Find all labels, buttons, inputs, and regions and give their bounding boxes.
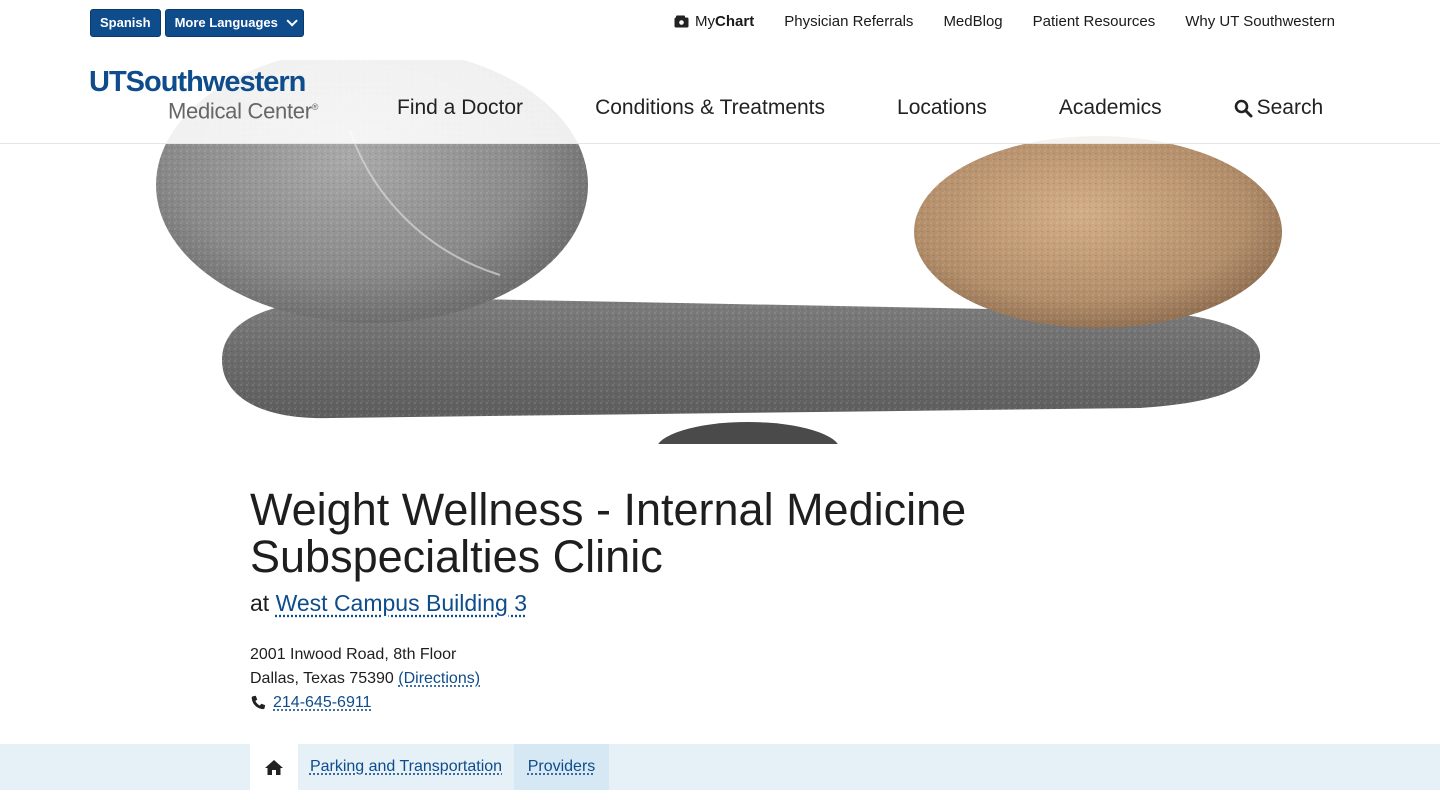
main-nav: Find a Doctor Conditions & Treatments Lo… bbox=[397, 96, 1395, 120]
nav-conditions-treatments[interactable]: Conditions & Treatments bbox=[595, 96, 825, 120]
phone-icon bbox=[251, 695, 266, 710]
tab-parking-label[interactable]: Parking and Transportation bbox=[310, 758, 502, 776]
registered-mark: ® bbox=[311, 102, 319, 112]
tab-providers-label[interactable]: Providers bbox=[528, 758, 596, 776]
directions-link[interactable]: (Directions) bbox=[398, 670, 480, 687]
phone-link[interactable]: 214-645-6911 bbox=[273, 691, 371, 715]
home-icon bbox=[265, 759, 283, 775]
nav-academics[interactable]: Academics bbox=[1059, 96, 1162, 120]
address-block: 2001 Inwood Road, 8th Floor Dallas, Texa… bbox=[250, 643, 480, 715]
utility-nav: MyChart Physician Referrals MedBlog Pati… bbox=[674, 13, 1335, 30]
search-icon bbox=[1234, 99, 1253, 117]
tab-parking[interactable]: Parking and Transportation bbox=[298, 744, 514, 790]
building-link[interactable]: West Campus Building 3 bbox=[276, 590, 527, 616]
why-utsw-link[interactable]: Why UT Southwestern bbox=[1185, 13, 1335, 30]
physician-referrals-link[interactable]: Physician Referrals bbox=[784, 13, 913, 30]
mychart-bold: Chart bbox=[715, 13, 755, 30]
logo-line2: Medical Center bbox=[168, 98, 312, 124]
tab-home[interactable] bbox=[250, 744, 298, 790]
wallet-icon bbox=[674, 15, 689, 28]
mychart-prefix: My bbox=[695, 13, 716, 30]
mychart-link[interactable]: MyChart bbox=[674, 13, 754, 30]
patient-resources-link[interactable]: Patient Resources bbox=[1033, 13, 1156, 30]
nav-find-a-doctor[interactable]: Find a Doctor bbox=[397, 96, 523, 120]
more-languages-label: More Languages bbox=[174, 15, 278, 30]
spanish-button[interactable]: Spanish bbox=[90, 9, 161, 37]
address-line1: 2001 Inwood Road, 8th Floor bbox=[250, 646, 457, 663]
chevron-down-icon bbox=[286, 15, 298, 27]
logo[interactable]: UTSouthwestern Medical Center® bbox=[89, 68, 318, 122]
tab-providers[interactable]: Providers bbox=[514, 744, 609, 790]
page-title: Weight Wellness - Internal Medicine Subs… bbox=[250, 484, 967, 582]
at-prefix: at bbox=[250, 590, 270, 616]
search-button[interactable]: Search bbox=[1234, 96, 1396, 120]
language-bar: Spanish More Languages bbox=[90, 9, 304, 37]
spanish-label: Spanish bbox=[100, 15, 151, 30]
medblog-link[interactable]: MedBlog bbox=[943, 13, 1002, 30]
nav-locations[interactable]: Locations bbox=[897, 96, 987, 120]
logo-line1: UTSouthwestern bbox=[89, 66, 306, 98]
search-label: Search bbox=[1256, 96, 1324, 119]
site-header: UTSouthwestern Medical Center® Find a Do… bbox=[0, 44, 1440, 144]
address-line2: Dallas, Texas 75390 bbox=[250, 670, 394, 687]
location-line: at West Campus Building 3 bbox=[250, 590, 527, 617]
clinic-tab-bar: Parking and Transportation Providers bbox=[0, 744, 1440, 790]
more-languages-button[interactable]: More Languages bbox=[164, 9, 304, 37]
